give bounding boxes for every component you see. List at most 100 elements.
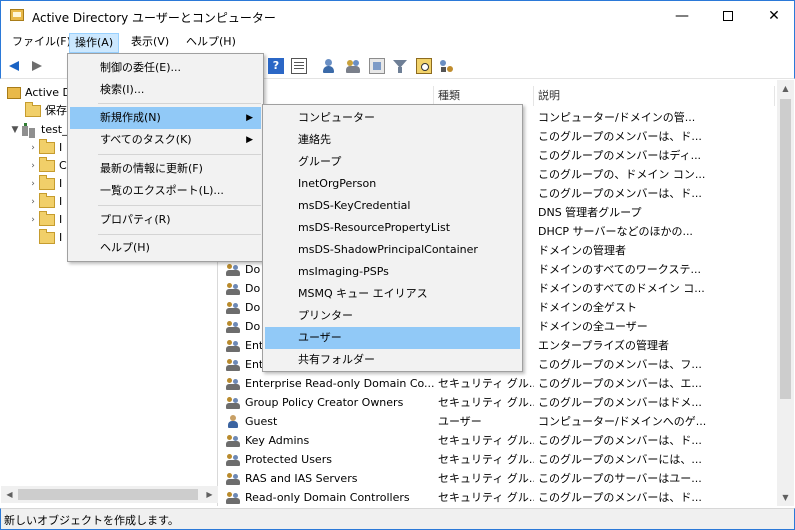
menu-item-properties[interactable]: プロパティ(R) xyxy=(70,209,261,231)
table-row[interactable]: Protected Users セキュリティ グル... このグループのメンバーには… xyxy=(220,450,775,469)
column-header-type[interactable]: 種類 xyxy=(434,86,534,106)
tree-child[interactable]: › I xyxy=(27,139,62,157)
maximize-button[interactable] xyxy=(705,1,751,31)
tree-child-label: I xyxy=(59,195,63,208)
menu-item-help[interactable]: ヘルプ(H) xyxy=(70,237,261,259)
collapse-icon[interactable]: › xyxy=(27,175,39,193)
cell-name: Group Policy Creator Owners xyxy=(226,393,436,412)
submenu-item-msds-resourcepropertylist[interactable]: msDS-ResourcePropertyList xyxy=(265,217,520,239)
submenu-item-contact[interactable]: 連絡先 xyxy=(265,129,520,151)
submenu-item-printer[interactable]: プリンター xyxy=(265,305,520,327)
menu-view[interactable]: 表示(V) xyxy=(126,33,174,53)
new-group-icon[interactable] xyxy=(345,58,361,74)
tree-saved-queries[interactable]: 保存 xyxy=(25,102,67,120)
status-text: 新しいオブジェクトを作成します。 xyxy=(4,514,179,527)
tree-domain[interactable]: ▼ test_ xyxy=(9,121,68,139)
new-ou-icon[interactable] xyxy=(369,58,385,74)
folder-icon xyxy=(39,211,55,226)
tree-child[interactable]: › I xyxy=(27,175,62,193)
cell-description: このグループのメンバーは、エ... xyxy=(538,377,702,390)
cell-description: このグループのメンバーは、フ... xyxy=(538,358,702,371)
submenu-item-msds-keycredential[interactable]: msDS-KeyCredential xyxy=(265,195,520,217)
table-row[interactable]: RAS and IAS Servers セキュリティ グル... このグループのサー… xyxy=(220,469,775,488)
cell-name: Enterprise Read-only Domain Co... xyxy=(226,374,436,393)
menu-separator xyxy=(98,103,261,104)
collapse-icon[interactable]: › xyxy=(27,193,39,211)
new-submenu: コンピューター 連絡先 グループ InetOrgPerson msDS-KeyC… xyxy=(262,104,523,372)
menu-file[interactable]: ファイル(F) xyxy=(7,33,76,53)
tree-child-label: I xyxy=(59,177,63,190)
cell-name: Read-only Domain Controllers xyxy=(226,488,436,506)
add-to-group-icon[interactable] xyxy=(439,58,455,74)
table-row[interactable]: Group Policy Creator Owners セキュリティ グル... こ… xyxy=(220,393,775,412)
table-row[interactable]: Key Admins セキュリティ グル... このグループのメンバーは、ド... xyxy=(220,431,775,450)
user-icon xyxy=(226,415,242,429)
collapse-icon[interactable]: › xyxy=(27,211,39,229)
cell-description: このグループのメンバーは、ド... xyxy=(538,491,702,504)
scroll-right-icon[interactable]: ▶ xyxy=(201,486,218,503)
tree-child[interactable]: › C xyxy=(27,157,67,175)
cell-type: セキュリティ グル... xyxy=(438,472,534,485)
table-row[interactable]: Enterprise Read-only Domain Co... セキュリティ … xyxy=(220,374,775,393)
tree-child[interactable]: › I xyxy=(27,211,62,229)
menu-item-refresh[interactable]: 最新の情報に更新(F) xyxy=(70,158,261,180)
menu-item-find[interactable]: 検索(I)... xyxy=(70,79,261,101)
submenu-item-msds-shadowprincipalcontainer[interactable]: msDS-ShadowPrincipalContainer xyxy=(265,239,520,261)
cell-type: セキュリティ グル... xyxy=(438,377,534,390)
forward-icon[interactable] xyxy=(28,58,44,74)
cell-description: ドメインのすべてのドメイン コ... xyxy=(538,282,705,295)
find-icon[interactable] xyxy=(416,58,432,74)
scroll-thumb[interactable] xyxy=(780,99,791,399)
column-header-description[interactable]: 説明 xyxy=(534,86,775,106)
minimize-button[interactable]: — xyxy=(659,1,705,31)
help-icon[interactable]: ? xyxy=(268,58,284,74)
cell-name-text: Read-only Domain Controllers xyxy=(245,491,410,504)
list-vertical-scrollbar[interactable]: ▲ ▼ xyxy=(777,80,794,506)
submenu-item-user[interactable]: ユーザー xyxy=(265,327,520,349)
menu-item-new[interactable]: 新規作成(N) ▶ xyxy=(70,107,261,129)
menu-help[interactable]: ヘルプ(H) xyxy=(181,33,241,53)
submenu-item-msimaging-psps[interactable]: msImaging-PSPs xyxy=(265,261,520,283)
group-icon xyxy=(226,453,242,467)
collapse-icon[interactable]: › xyxy=(27,157,39,175)
scroll-down-icon[interactable]: ▼ xyxy=(777,489,794,506)
submenu-item-computer[interactable]: コンピューター xyxy=(265,107,520,129)
scroll-thumb[interactable] xyxy=(18,489,198,500)
scroll-left-icon[interactable]: ◀ xyxy=(1,486,18,503)
group-icon xyxy=(226,263,242,277)
menu-item-delegate-control[interactable]: 制御の委任(E)... xyxy=(70,57,261,79)
menu-item-export-list[interactable]: 一覧のエクスポート(L)... xyxy=(70,180,261,202)
menu-bar: ファイル(F) 操作(A) 表示(V) ヘルプ(H) xyxy=(0,31,795,53)
cell-name-text: Do xyxy=(245,263,261,276)
filter-icon[interactable] xyxy=(392,58,408,74)
table-row[interactable]: Read-only Domain Controllers セキュリティ グル...… xyxy=(220,488,775,506)
cell-name-text: Do xyxy=(245,282,261,295)
tree-root[interactable]: Active D xyxy=(7,84,71,102)
tree-horizontal-scrollbar[interactable]: ◀ ▶ xyxy=(1,486,218,503)
menu-action[interactable]: 操作(A) xyxy=(69,33,120,53)
submenu-arrow-icon: ▶ xyxy=(246,135,253,145)
tree-child[interactable]: › I xyxy=(27,193,62,211)
cell-description: ドメインの全ゲスト xyxy=(538,301,637,314)
back-icon[interactable] xyxy=(7,58,23,74)
expand-icon[interactable]: ▼ xyxy=(9,121,21,139)
tree-saved-queries-label: 保存 xyxy=(45,104,67,117)
submenu-item-shared-folder[interactable]: 共有フォルダー xyxy=(265,349,520,371)
submenu-item-msmq-queue-alias[interactable]: MSMQ キュー エイリアス xyxy=(265,283,520,305)
cell-description: コンピューター/ドメインの管... xyxy=(538,111,696,124)
group-icon xyxy=(226,396,242,410)
cell-description: コンピューター/ドメインへのゲ... xyxy=(538,415,707,428)
cell-type: セキュリティ グル... xyxy=(438,434,534,447)
collapse-icon[interactable]: › xyxy=(27,139,39,157)
menu-item-all-tasks[interactable]: すべてのタスク(K) ▶ xyxy=(70,129,261,151)
properties-pane-icon[interactable] xyxy=(291,58,307,74)
cell-description: ドメインのすべてのワークステ... xyxy=(538,263,701,276)
close-button[interactable]: ✕ xyxy=(751,1,795,31)
tree-child-selected[interactable]: I xyxy=(39,229,62,247)
table-row[interactable]: Guest ユーザー コンピューター/ドメインへのゲ... xyxy=(220,412,775,431)
scroll-up-icon[interactable]: ▲ xyxy=(777,80,794,97)
cell-description: このグループのメンバーは、ド... xyxy=(538,187,702,200)
submenu-item-inetorgperson[interactable]: InetOrgPerson xyxy=(265,173,520,195)
submenu-item-group[interactable]: グループ xyxy=(265,151,520,173)
new-user-icon[interactable] xyxy=(321,58,337,74)
